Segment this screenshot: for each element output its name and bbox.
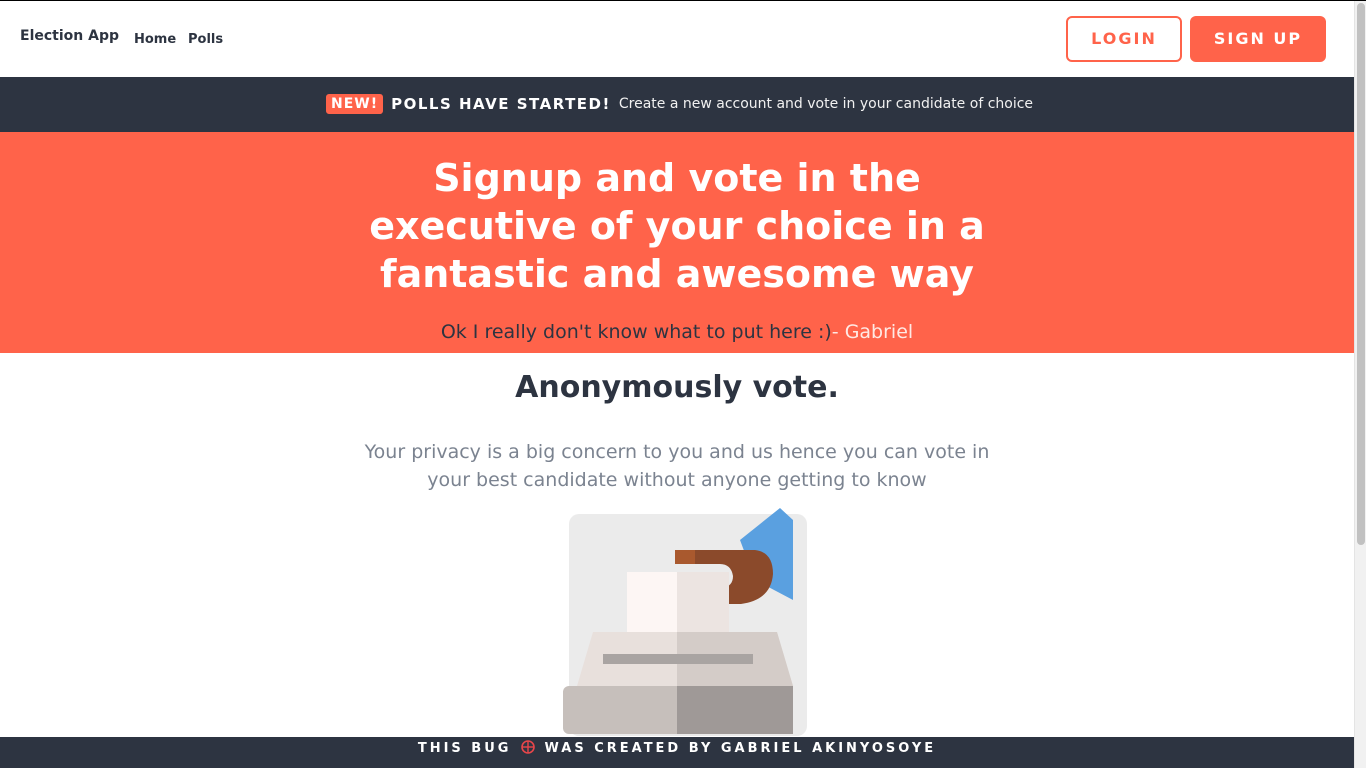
feature-text: Your privacy is a big concern to you and…	[364, 441, 990, 491]
hero-author: - Gabriel	[831, 321, 914, 343]
new-badge: NEW!	[326, 94, 384, 114]
hero-subtitle: Ok I really don't know what to put here …	[0, 321, 1354, 343]
bug-icon	[521, 740, 535, 754]
announcement-bar: NEW! POLLS HAVE STARTED! Create a new ac…	[0, 77, 1354, 132]
brand-logo[interactable]: Election App	[20, 28, 119, 44]
announcement-text: Create a new account and vote in your ca…	[618, 96, 1034, 112]
footer-text-before: THIS BUG	[417, 741, 512, 756]
navbar: Election App Home Polls LOGIN SIGN UP	[0, 1, 1354, 77]
page-scrollbar[interactable]	[1354, 1, 1366, 768]
footer-text-after: WAS CREATED BY GABRIEL AKINYOSOYE	[544, 741, 937, 756]
signup-button[interactable]: SIGN UP	[1190, 16, 1326, 62]
login-button[interactable]: LOGIN	[1066, 16, 1182, 62]
ballot-box-icon	[563, 508, 807, 736]
scrollbar-thumb[interactable]	[1357, 3, 1365, 545]
announcement-headline: POLLS HAVE STARTED!	[391, 95, 611, 113]
nav-link-polls[interactable]: Polls	[188, 32, 223, 47]
hero-subtitle-text: Ok I really don't know what to put here …	[440, 321, 832, 343]
feature-title: Anonymously vote.	[515, 370, 839, 405]
footer: THIS BUG WAS CREATED BY GABRIEL AKINYOSO…	[0, 737, 1354, 768]
hero-title: Signup and vote in the executive of your…	[369, 156, 985, 296]
hero-section: Signup and vote in the executive of your…	[0, 132, 1354, 353]
nav-link-home[interactable]: Home	[134, 32, 176, 47]
